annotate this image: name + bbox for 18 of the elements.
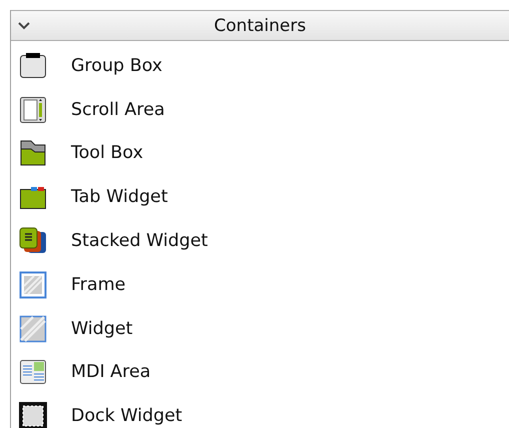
mdi-area-icon: [19, 358, 47, 386]
widget-item[interactable]: Stacked Widget: [71, 231, 208, 252]
category-title: Containers: [213, 16, 307, 36]
category-header[interactable]: Containers: [11, 10, 509, 41]
widget-item[interactable]: Dock Widget: [71, 406, 182, 426]
widget-item[interactable]: Widget: [71, 318, 133, 339]
frame-icon: [19, 270, 47, 299]
widget-item[interactable]: Tab Widget: [71, 187, 168, 208]
widget-item[interactable]: Group Box: [71, 56, 162, 76]
stacked-pages-icon: [19, 227, 47, 256]
widget-item[interactable]: Scroll Area: [71, 100, 165, 120]
widget-icon: [19, 314, 47, 343]
group-box-icon: [19, 52, 47, 80]
widget-item[interactable]: Frame: [71, 274, 126, 295]
folder-icon: [19, 139, 47, 168]
widget-item[interactable]: MDI Area: [71, 362, 151, 382]
scroll-area-icon: [19, 96, 47, 124]
widget-item[interactable]: Tool Box: [71, 143, 144, 164]
